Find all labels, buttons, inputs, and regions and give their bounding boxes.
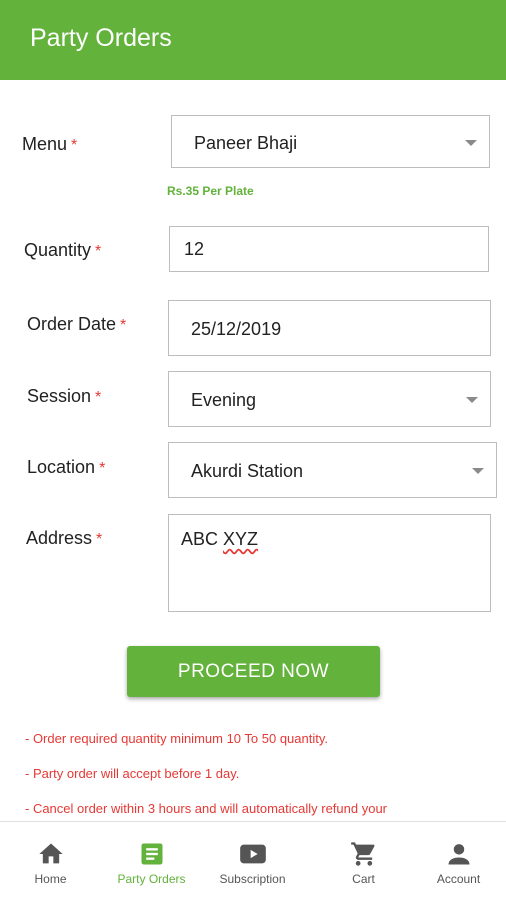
location-label: Location * [27, 457, 106, 477]
dropdown-arrow-icon [472, 468, 484, 474]
play-icon [239, 844, 266, 864]
dropdown-arrow-icon [465, 139, 477, 146]
nav-item-home[interactable]: Home [0, 822, 101, 900]
bottom-navigation: Home Party Orders Subscription Cart Acco… [0, 821, 506, 900]
order-date-label: Order Date * [27, 314, 127, 334]
quantity-input-value: 12 [184, 239, 205, 259]
nav-item-account[interactable]: Account [408, 822, 506, 900]
person-icon [448, 844, 469, 865]
required-mark: * [120, 317, 127, 334]
dropdown-arrow-icon [466, 397, 478, 403]
session-label: Session * [27, 386, 102, 406]
cart-icon [350, 842, 375, 866]
nav-label: Cart [352, 872, 375, 886]
location-select[interactable]: Akurdi Station [168, 442, 497, 498]
home-icon [38, 843, 63, 864]
quantity-label: Quantity * [24, 240, 102, 260]
note-item: - Cancel order within 3 hours and will a… [25, 801, 388, 816]
menu-select[interactable]: Paneer Bhaji [171, 115, 490, 168]
location-select-value: Akurdi Station [191, 461, 304, 481]
nav-label: Subscription [219, 872, 286, 886]
menu-select-value: Paneer Bhaji [194, 133, 298, 153]
address-textarea[interactable]: ABC XYZ [168, 514, 491, 612]
address-label: Address * [26, 528, 103, 548]
app-bar: Party Orders [0, 0, 506, 80]
order-date-input[interactable]: 25/12/2019 [168, 300, 491, 356]
price-per-plate: Rs.35 Per Plate [167, 184, 254, 198]
address-value: ABC XYZ [181, 529, 259, 549]
proceed-now-button[interactable]: PROCEED NOW [127, 646, 380, 697]
nav-item-subscription[interactable]: Subscription [202, 822, 303, 900]
nav-label: Party Orders [117, 872, 186, 886]
note-item: - Party order will accept before 1 day. [25, 766, 240, 781]
session-select-value: Evening [191, 390, 257, 410]
required-mark: * [95, 389, 102, 406]
nav-item-cart[interactable]: Cart [313, 822, 414, 900]
required-mark: * [71, 137, 78, 154]
note-item: - Order required quantity minimum 10 To … [25, 731, 328, 746]
session-select[interactable]: Evening [168, 371, 491, 427]
required-mark: * [96, 531, 103, 548]
spellcheck-word: XYZ [223, 529, 259, 549]
nav-item-party-orders[interactable]: Party Orders [101, 822, 202, 900]
required-mark: * [95, 243, 102, 260]
nav-label: Account [436, 872, 481, 886]
required-mark: * [99, 460, 106, 477]
order-notes: - Order required quantity minimum 10 To … [25, 730, 495, 820]
nav-label: Home [34, 872, 67, 886]
page-title: Party Orders [30, 24, 172, 52]
menu-label: Menu * [22, 134, 78, 154]
order-date-value: 25/12/2019 [191, 319, 282, 339]
list-icon [141, 843, 162, 865]
quantity-input[interactable]: 12 [169, 226, 489, 272]
